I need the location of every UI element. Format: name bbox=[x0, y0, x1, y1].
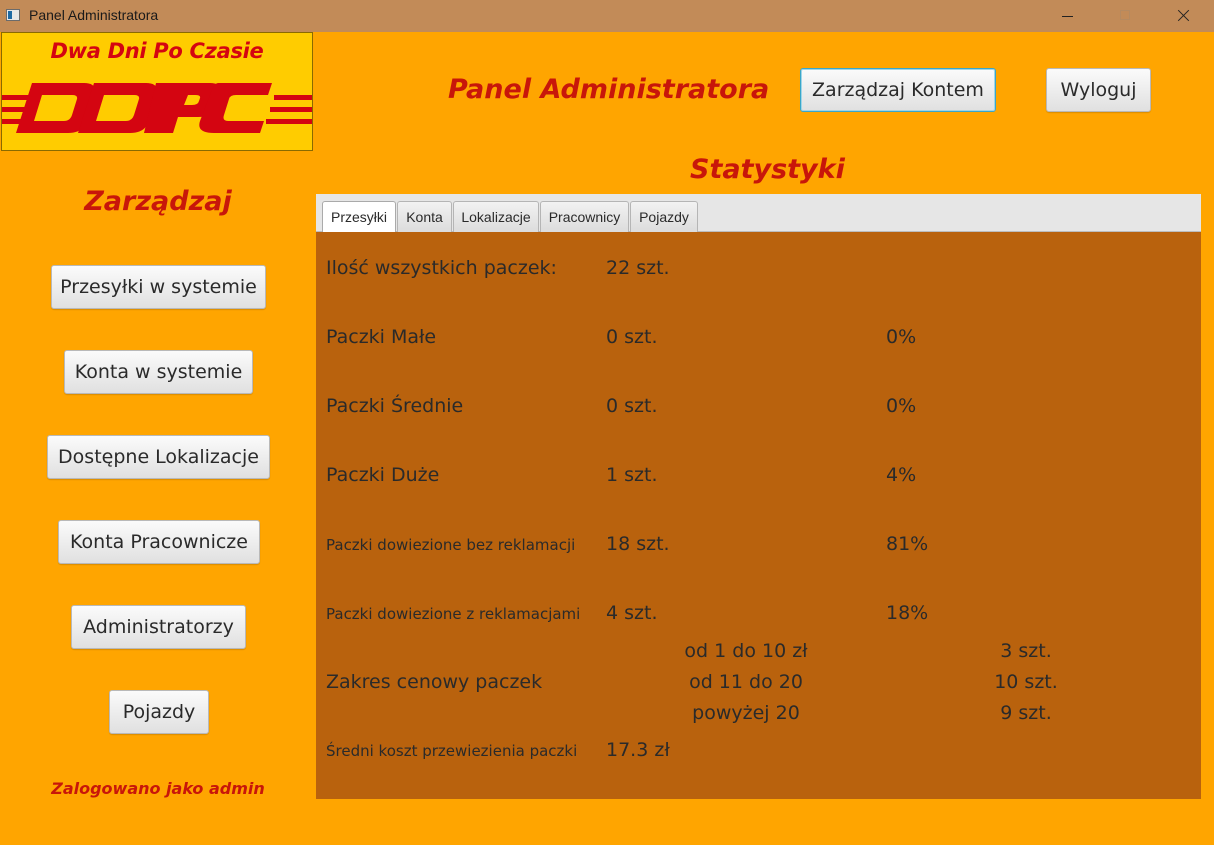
stat-percent: 4% bbox=[886, 464, 917, 486]
stat-count: 0 szt. bbox=[606, 326, 658, 348]
stat-count: 1 szt. bbox=[606, 464, 658, 486]
stat-label: Paczki dowiezione bez reklamacji bbox=[326, 536, 576, 554]
price-range-label: Zakres cenowy paczek bbox=[326, 671, 543, 693]
tab-employees[interactable]: Pracownicy bbox=[540, 201, 629, 232]
stat-percent: 0% bbox=[886, 326, 917, 348]
price-range-item: powyżej 20 bbox=[692, 702, 800, 724]
tab-vehicles[interactable]: Pojazdy bbox=[630, 201, 698, 232]
sidebar-title: Zarządzaj bbox=[84, 186, 232, 217]
stat-label: Paczki dowiezione z reklamacjami bbox=[326, 605, 581, 623]
tab-locations[interactable]: Lokalizacje bbox=[453, 201, 539, 232]
administrators-button[interactable]: Administratorzy bbox=[71, 605, 246, 649]
avg-cost-label: Średni koszt przewiezienia paczki bbox=[326, 742, 578, 760]
stat-count: 4 szt. bbox=[606, 602, 658, 624]
window-title: Panel Administratora bbox=[29, 7, 159, 23]
employee-accounts-button[interactable]: Konta Pracownicze bbox=[58, 520, 260, 564]
logged-in-label: Zalogowano jako admin bbox=[51, 779, 265, 798]
minimize-icon[interactable] bbox=[1038, 0, 1096, 32]
stat-label: Paczki Małe bbox=[326, 326, 437, 348]
manage-account-button[interactable]: Zarządzaj Kontem bbox=[800, 68, 996, 112]
accounts-button[interactable]: Konta w systemie bbox=[64, 350, 253, 394]
tab-shipments[interactable]: Przesyłki bbox=[322, 201, 396, 232]
price-range-count: 9 szt. bbox=[1000, 702, 1052, 724]
maximize-icon[interactable] bbox=[1096, 0, 1154, 32]
stat-count: 22 szt. bbox=[606, 257, 670, 279]
tab-header: Przesyłki Konta Lokalizacje Pracownicy P… bbox=[316, 194, 1201, 232]
statistics-title: Statystyki bbox=[690, 154, 845, 185]
stat-label: Paczki Średnie bbox=[326, 395, 464, 417]
price-range-count: 3 szt. bbox=[1000, 640, 1052, 662]
page-title: Panel Administratora bbox=[448, 74, 770, 105]
statistics-content: Ilość wszystkich paczek: 22 szt. Paczki … bbox=[316, 232, 1201, 799]
stat-count: 0 szt. bbox=[606, 395, 658, 417]
close-icon[interactable] bbox=[1154, 0, 1212, 32]
logo-wordmark bbox=[2, 83, 312, 133]
locations-button[interactable]: Dostępne Lokalizacje bbox=[47, 435, 270, 479]
stat-label: Paczki Duże bbox=[326, 464, 440, 486]
window-titlebar: Panel Administratora bbox=[0, 0, 1214, 32]
logo-tagline: Dwa Dni Po Czasie bbox=[50, 39, 264, 63]
price-range-count: 10 szt. bbox=[994, 671, 1058, 693]
avg-cost-value: 17.3 zł bbox=[606, 739, 670, 761]
logout-button[interactable]: Wyloguj bbox=[1046, 68, 1151, 112]
app-icon bbox=[6, 9, 20, 21]
stat-label: Ilość wszystkich paczek: bbox=[326, 257, 557, 279]
company-logo: Dwa Dni Po Czasie bbox=[1, 32, 313, 151]
tab-accounts[interactable]: Konta bbox=[397, 201, 452, 232]
vehicles-button[interactable]: Pojazdy bbox=[109, 690, 209, 734]
statistics-tabpane: Przesyłki Konta Lokalizacje Pracownicy P… bbox=[316, 194, 1201, 799]
stat-percent: 18% bbox=[886, 602, 929, 624]
price-range-item: od 1 do 10 zł bbox=[684, 640, 808, 662]
price-range-item: od 11 do 20 bbox=[689, 671, 803, 693]
shipments-button[interactable]: Przesyłki w systemie bbox=[51, 265, 266, 309]
stat-percent: 0% bbox=[886, 395, 917, 417]
stat-count: 18 szt. bbox=[606, 533, 670, 555]
stat-percent: 81% bbox=[886, 533, 929, 555]
